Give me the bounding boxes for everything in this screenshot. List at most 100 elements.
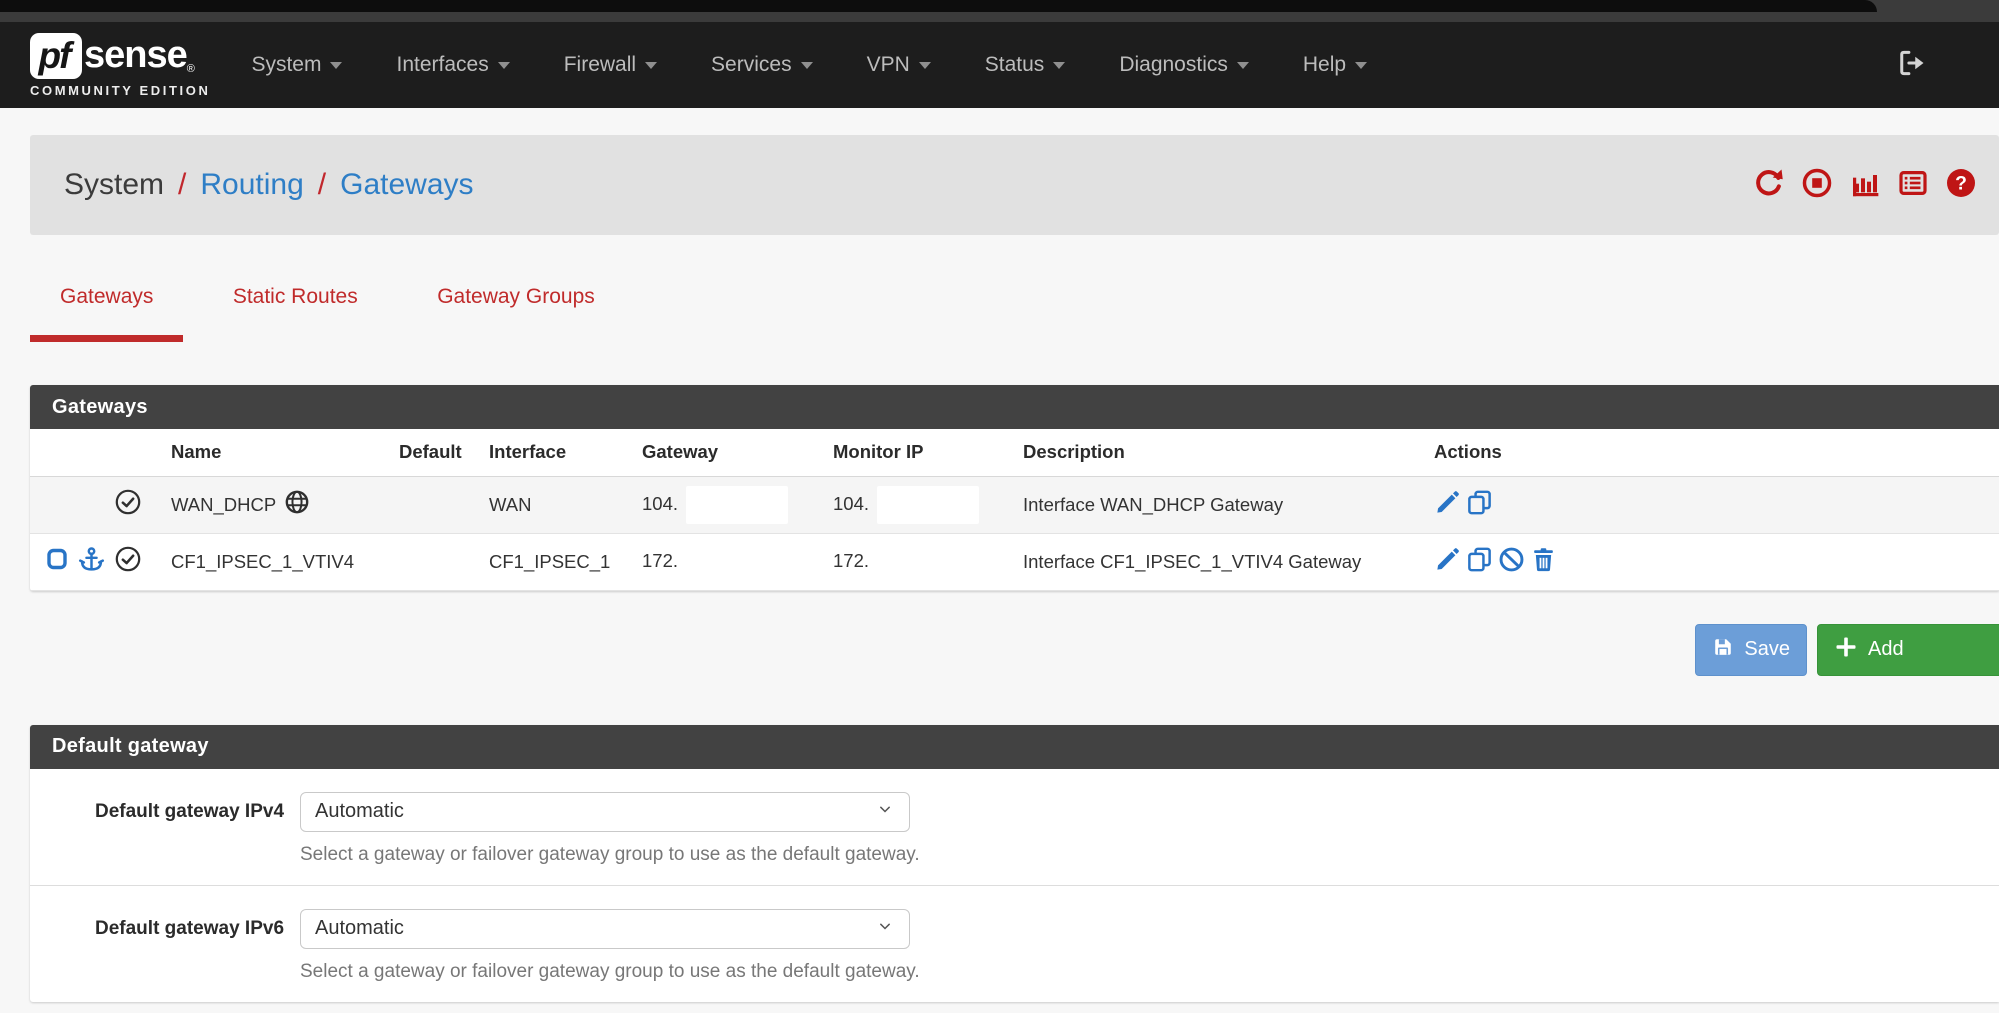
selected-value: Automatic	[315, 917, 875, 940]
col-monitor-ip: Monitor IP	[818, 429, 1008, 476]
col-default: Default	[384, 429, 474, 476]
delete-icon[interactable]	[1530, 546, 1557, 578]
check-circle-icon	[114, 545, 142, 578]
tab-gateway-groups[interactable]: Gateway Groups	[407, 265, 625, 335]
gateway-name: CF1_IPSEC_1_VTIV4	[171, 551, 354, 572]
logo-subtitle: COMMUNITY EDITION	[30, 83, 210, 98]
disable-icon[interactable]	[1498, 546, 1525, 578]
gateway-interface: CF1_IPSEC_1	[474, 533, 627, 590]
default-gateway-panel-header: Default gateway	[30, 725, 1999, 769]
col-description: Description	[1008, 429, 1419, 476]
sense-logo-text: sense	[84, 34, 187, 77]
tab-gateways[interactable]: Gateways	[30, 265, 183, 342]
gateways-panel-header: Gateways	[30, 385, 1999, 429]
menu-vpn[interactable]: VPN	[840, 53, 958, 77]
gateways-panel-title: Gateways	[52, 396, 148, 419]
top-navbar: pf sense ® COMMUNITY EDITION System Inte…	[0, 22, 1999, 108]
copy-icon[interactable]	[1466, 489, 1493, 521]
chevron-down-icon	[1355, 62, 1367, 69]
menu-system[interactable]: System	[224, 53, 369, 77]
col-name: Name	[156, 429, 384, 476]
menu-firewall[interactable]: Firewall	[537, 53, 684, 77]
default-gateway-ipv6-select[interactable]: Automatic	[300, 909, 910, 949]
chevron-down-icon	[919, 62, 931, 69]
menu-services[interactable]: Services	[684, 53, 840, 77]
add-button-label: Add	[1868, 638, 1904, 661]
breadcrumb: System / Routing / Gateways	[64, 168, 474, 202]
chevron-down-icon	[498, 62, 510, 69]
copy-icon[interactable]	[1466, 546, 1493, 578]
globe-icon	[284, 489, 310, 520]
col-actions: Actions	[1419, 429, 1999, 476]
chevron-down-icon	[875, 799, 895, 825]
window-chrome-bar	[0, 0, 1877, 12]
form-row-ipv4: Default gateway IPv4 Automatic Select a …	[30, 769, 1999, 885]
breadcrumb-routing-link[interactable]: Routing	[200, 168, 303, 202]
menu-interfaces[interactable]: Interfaces	[369, 53, 536, 77]
table-row: CF1_IPSEC_1_VTIV4 CF1_IPSEC_1 172. 172. …	[30, 533, 1999, 590]
main-menu: System Interfaces Firewall Services VPN …	[224, 53, 1394, 77]
gateway-description: Interface WAN_DHCP Gateway	[1008, 476, 1419, 533]
add-button[interactable]: Add	[1817, 624, 1999, 676]
monitor-ip: 104.	[833, 492, 869, 513]
gateway-ip: 172.	[642, 549, 678, 570]
redacted-ip	[877, 543, 979, 581]
chevron-down-icon	[1237, 62, 1249, 69]
check-circle-icon	[114, 488, 142, 521]
table-header-row: Name Default Interface Gateway Monitor I…	[30, 429, 1999, 476]
col-interface: Interface	[474, 429, 627, 476]
redacted-ip	[686, 543, 788, 581]
actions-button-row: Save Add	[0, 624, 1999, 676]
menu-status[interactable]: Status	[958, 53, 1093, 77]
breadcrumb-actions: ?	[1753, 167, 1977, 204]
help-text: Select a gateway or failover gateway gro…	[300, 844, 1999, 866]
tab-static-routes[interactable]: Static Routes	[203, 265, 388, 335]
page-tabs: Gateways Static Routes Gateway Groups	[30, 265, 1999, 342]
default-gateway-panel-title: Default gateway	[52, 735, 209, 758]
stop-circle-icon[interactable]	[1801, 167, 1833, 204]
redacted-ip	[686, 486, 788, 524]
redacted-ip	[877, 486, 979, 524]
save-button[interactable]: Save	[1695, 624, 1807, 676]
help-text: Select a gateway or failover gateway gro…	[300, 961, 1999, 983]
square-outline-icon	[45, 547, 69, 576]
log-list-icon[interactable]	[1897, 167, 1929, 204]
chevron-down-icon	[1053, 62, 1065, 69]
pf-logo-text: pf	[39, 35, 74, 77]
table-row: WAN_DHCP WAN 104. 104.	[30, 476, 1999, 533]
default-gateway-ipv4-select[interactable]: Automatic	[300, 792, 910, 832]
refresh-icon[interactable]	[1753, 167, 1785, 204]
monitor-ip: 172.	[833, 549, 869, 570]
col-gateway: Gateway	[627, 429, 818, 476]
edit-icon[interactable]	[1434, 489, 1461, 521]
window-chrome	[0, 0, 1999, 22]
default-gateway-panel: Default gateway Default gateway IPv4 Aut…	[30, 725, 1999, 1002]
svg-text:?: ?	[1955, 173, 1967, 194]
menu-help[interactable]: Help	[1276, 53, 1394, 77]
breadcrumb-separator: /	[318, 168, 326, 202]
chevron-down-icon	[801, 62, 813, 69]
edit-icon[interactable]	[1434, 546, 1461, 578]
registered-mark: ®	[187, 63, 195, 75]
save-icon	[1712, 636, 1734, 664]
sign-out-icon[interactable]	[1897, 48, 1927, 83]
pfsense-logo[interactable]: pf sense ® COMMUNITY EDITION	[30, 33, 210, 98]
pf-logo-box: pf	[30, 33, 82, 79]
gateway-name: WAN_DHCP	[171, 494, 276, 516]
gateway-ip: 104.	[642, 492, 678, 513]
gateways-panel: Gateways Name Default Interface Gateway …	[30, 385, 1999, 591]
bar-chart-icon[interactable]	[1849, 167, 1881, 204]
help-circle-icon[interactable]: ?	[1945, 167, 1977, 204]
breadcrumb-gateways-link[interactable]: Gateways	[340, 168, 473, 202]
gateway-default	[384, 533, 474, 590]
anchor-icon	[78, 546, 105, 578]
menu-diagnostics[interactable]: Diagnostics	[1092, 53, 1276, 77]
breadcrumb-separator: /	[178, 168, 186, 202]
breadcrumb-system: System	[64, 168, 164, 202]
gateway-default	[384, 476, 474, 533]
default-gateway-ipv4-label: Default gateway IPv4	[30, 792, 300, 866]
gateway-description: Interface CF1_IPSEC_1_VTIV4 Gateway	[1008, 533, 1419, 590]
chevron-down-icon	[875, 916, 895, 942]
selected-value: Automatic	[315, 800, 875, 823]
gateways-table: Name Default Interface Gateway Monitor I…	[30, 429, 1999, 591]
